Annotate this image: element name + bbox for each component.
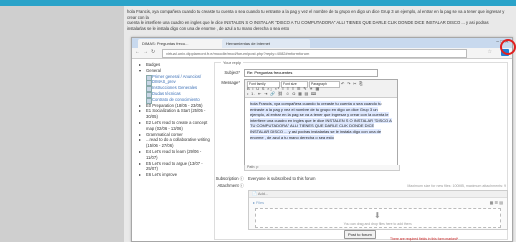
triangle-right-icon: ▸ [139,62,142,67]
editor-path-status: Path: p [244,165,400,171]
sidebar-item-label: Grammatical corner [146,131,183,137]
triangle-right-icon: ▸ [139,102,142,108]
notice-line-2: cuenta le interfiere una cuadro en ingle… [127,20,489,26]
file-picker: 📄 Add... ▸ Files ▦ ☰ ▤ ⬇ You can drag an… [248,190,508,230]
browser-tab-forum[interactable]: DIMAS: Preguntas frecu... [138,39,226,48]
required-fields-note: There are required fields in this form m… [390,237,459,241]
message-label-text: Message* [221,80,240,85]
files-folder-label: ▸ Files [253,201,264,205]
course-navigation-sidebar: ▸ Badges ▾ General Primer general / Anuncios… [138,62,210,238]
sidebar-item-label: E4 Let's read to learn (29/06 - 11/07) [146,148,202,160]
subject-input[interactable]: Re: Preguntas frecuentes [244,69,378,77]
drop-zone-text: You can drag and drop files here to add … [343,222,413,226]
message-label: Message* [200,80,240,85]
attachment-label: Attachment ⓘ [204,183,244,189]
triangle-right-icon: ▸ [139,148,142,154]
sidebar-item[interactable]: ▸ E4 Let's read to learn (29/06 - 11/07) [138,149,210,161]
subscription-label-text: Subscription [215,176,239,181]
view-mode-icons[interactable]: ▦ ☰ ▤ [490,200,503,205]
reload-icon[interactable]: ↻ [151,49,155,55]
triangle-down-icon: ▾ [139,67,142,73]
max-size-info: Maximum size for new files: 100MB, maxim… [407,184,506,188]
message-editor[interactable]: Font family Font size Paragraph ↶ ↷ ✂ ⎘ … [244,79,398,167]
attachment-label-text: Attachment [217,183,239,188]
triangle-right-icon: ▸ [139,131,142,137]
embedded-browser-screenshot: DIMAS: Preguntas frecu... Herramientas d… [131,37,513,242]
files-label-text: Files [255,201,264,205]
sidebar-item[interactable]: ▸ E2 Let's read to create a concept map (… [138,120,210,132]
sidebar-item-label: General [146,67,161,73]
notice-line-3: instalarlas se le instala digo con una d… [127,25,290,31]
sidebar-item-label: Instrucciones Generales [152,85,198,91]
sidebar-item-label: E0 Preparation (18/05 - 23/05) [146,102,203,108]
sidebar-item[interactable]: ▸ E6 Let's improve [138,172,210,178]
help-icon[interactable]: ⓘ [240,176,244,181]
sidebar-item-label: E2 Let's read to create a concept map (0… [146,119,208,131]
post-to-forum-button[interactable]: Post to forum [344,230,376,239]
bookmark-star-icon[interactable]: ☆ [488,49,492,55]
triangle-right-icon: ▸ [139,160,142,166]
sidebar-item-label: Dudas técnicas [152,90,181,96]
add-file-icon[interactable]: 📄 Add... [252,191,268,196]
sidebar-item[interactable]: ▸ E1 Socialization & Start (25/05 - 30/05… [138,108,210,120]
address-bar: ← → ↻ virtual.unix.dipplamont.fr.e/moodl… [132,48,512,59]
editor-toolbar-row3-icons[interactable]: • 1. ⇤ ⇥ 🔗 ⛓ ☺ Ω ▦ ▤ ⌨ [247,91,317,96]
triangle-right-icon: ▸ [139,137,142,143]
browser-tab-tools[interactable]: Herramientas de internet [222,39,310,48]
subscription-value: Everyone is subscribed to this forum [248,176,316,181]
sidebar-item[interactable]: ▸ E5 Let's read to argue (13/07 - 25/07) [138,161,210,173]
download-arrow-icon: ⬇ [374,211,381,220]
browser-tab-bar: DIMAS: Preguntas frecu... Herramientas d… [132,38,512,48]
sidebar-item-label: E5 Let's read to argue (13/07 - 25/07) [146,160,203,172]
sidebar-item-label: Primer general / Anuncios/ [152,73,202,79]
notice-line-1: hola Francis, xya compañera cuando tu cr… [127,9,505,20]
help-icon[interactable]: ⓘ [240,183,244,188]
sidebar-item[interactable]: ▸ ...read to do a collaborative writing (… [138,137,210,149]
drop-zone[interactable]: ⬇ You can drag and drop files here to ad… [255,208,501,228]
editor-content-text: hola Francis, xya compañera cuando tu cr… [250,101,392,140]
file-picker-header: 📄 Add... [249,191,507,198]
triangle-right-icon: ▸ [139,119,142,125]
editor-toolbar-row1-icons[interactable]: ↶ ↷ ✂ ⎘ [341,81,363,86]
sidebar-item-label: E1 Socialization & Start (25/05 - 30/05) [146,108,206,120]
subject-label-text: Subject* [224,70,240,75]
sidebar-item-label: DIMAS_prev [152,79,176,85]
sidebar-item-label: Contrato de conocimiento [152,96,200,102]
editor-toolbar: Font family Font size Paragraph ↶ ↷ ✂ ⎘ … [245,80,397,98]
subject-label: Subject* [200,70,240,75]
triangle-right-icon: ▸ [139,108,142,114]
triangle-right-icon: ▸ [139,172,142,178]
sidebar-item-label: Badges [146,62,161,67]
back-icon[interactable]: ← [135,49,140,55]
fieldset-legend: Your reply [221,60,243,65]
forum-post-text: hola Francis, xya compañera cuando tu cr… [127,9,513,31]
highlight-circle-annotation [500,39,516,55]
editor-content[interactable]: hola Francis, xya compañera cuando tu cr… [250,101,392,140]
subscription-label: Subscription ⓘ [204,176,244,182]
sidebar-item-label: E6 Let's improve [146,172,178,178]
sidebar-item-label: ...read to do a collaborative writing (1… [146,137,210,149]
url-input[interactable]: virtual.unix.dipplamont.fr.e/moodle/mod/… [162,49,467,58]
forward-icon[interactable]: → [143,49,148,55]
